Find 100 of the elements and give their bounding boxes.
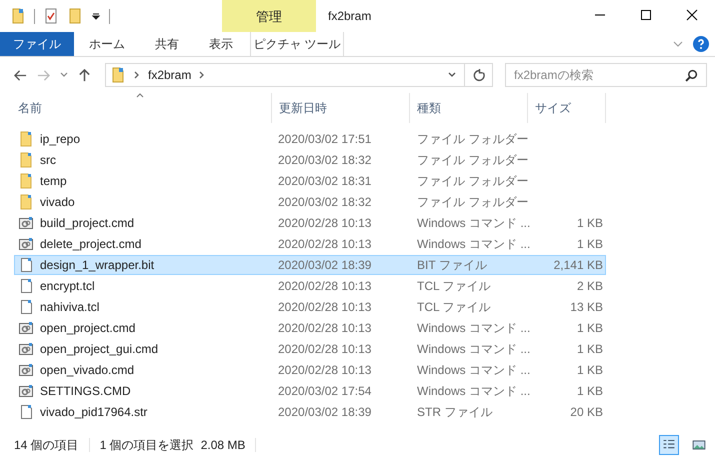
gear-document-icon [18, 341, 34, 357]
file-name: encrypt.tcl [40, 279, 95, 293]
document-icon [18, 299, 34, 315]
file-row[interactable]: open_vivado.cmd 2020/02/28 10:13 Windows コマンド ... 1 KB [14, 360, 606, 380]
file-size: 2 KB [576, 279, 603, 293]
file-size: 1 KB [576, 363, 603, 377]
file-type: Windows コマンド ... [417, 342, 530, 356]
file-size: 20 KB [570, 405, 603, 419]
file-type: BIT ファイル [417, 258, 487, 272]
document-icon [18, 257, 34, 273]
chevron-icon [199, 71, 206, 79]
column-header[interactable]: サイズ [535, 100, 571, 117]
file-name: nahiviva.tcl [40, 300, 100, 314]
address-bar[interactable]: fx2bram [105, 63, 493, 87]
help-icon[interactable] [693, 36, 709, 52]
column-header[interactable]: 更新日時 [279, 100, 327, 117]
file-row[interactable]: nahiviva.tcl 2020/02/28 10:13 TCL ファイル 13 KB [14, 297, 606, 317]
file-name: SETTINGS.CMD [40, 384, 131, 398]
ribbon-tab[interactable]: ホーム [74, 32, 140, 56]
search-icon [685, 69, 698, 82]
selection-size: 2.08 MB [200, 438, 246, 452]
file-type: Windows コマンド ... [417, 384, 530, 398]
file-name: open_project_gui.cmd [40, 342, 158, 356]
file-size: 1 KB [576, 342, 603, 356]
chevron-icon [134, 71, 140, 79]
file-row[interactable]: encrypt.tcl 2020/02/28 10:13 TCL ファイル 2 KB [14, 276, 606, 296]
file-row[interactable]: design_1_wrapper.bit 2020/03/02 18:39 BIT ファイル 2,141 KB [14, 255, 606, 275]
breadcrumb[interactable]: fx2bram [148, 68, 192, 82]
column-header[interactable]: 種類 [417, 100, 441, 117]
file-type: ファイル フォルダー [417, 132, 528, 146]
modified-date: 2020/03/02 17:51 [278, 132, 372, 146]
folder-icon [110, 67, 126, 83]
file-row[interactable]: src 2020/03/02 18:32 ファイル フォルダー [14, 150, 606, 170]
recent-dropdown-icon[interactable] [60, 72, 68, 78]
up-arrow-icon[interactable] [78, 68, 91, 82]
checklist-icon[interactable] [43, 8, 59, 24]
column-header[interactable]: 名前 [18, 100, 42, 117]
file-row[interactable]: SETTINGS.CMD 2020/03/02 17:54 Windows コマンド ... 1 KB [14, 381, 606, 401]
dropdown-icon[interactable] [448, 72, 456, 78]
gear-document-icon [18, 215, 34, 231]
file-row[interactable]: ip_repo 2020/03/02 17:51 ファイル フォルダー [14, 129, 606, 149]
document-icon [18, 278, 34, 294]
folder-icon [18, 194, 34, 210]
file-row[interactable]: delete_project.cmd 2020/02/28 10:13 Windows コマンド ... 1 KB [14, 234, 606, 254]
file-size: 1 KB [576, 237, 603, 251]
folder-icon [18, 173, 34, 189]
file-row[interactable]: build_project.cmd 2020/02/28 10:13 Windows コマンド ... 1 KB [14, 213, 606, 233]
file-type: Windows コマンド ... [417, 236, 530, 250]
modified-date: 2020/03/02 18:39 [278, 405, 372, 419]
modified-date: 2020/02/28 10:13 [278, 300, 372, 314]
file-type: TCL ファイル [417, 278, 491, 292]
ribbon-tab[interactable]: 共有 [140, 32, 194, 56]
modified-date: 2020/02/28 10:13 [278, 279, 372, 293]
file-row[interactable]: temp 2020/03/02 18:31 ファイル フォルダー [14, 171, 606, 191]
file-row[interactable]: open_project_gui.cmd 2020/02/28 10:13 Windows コマンド ... 1 KB [14, 339, 606, 359]
gear-document-icon [18, 320, 34, 336]
refresh-icon[interactable] [473, 68, 486, 82]
file-type: STR ファイル [417, 404, 492, 418]
modified-date: 2020/02/28 10:13 [278, 216, 372, 230]
file-type: TCL ファイル [417, 300, 491, 314]
modified-date: 2020/02/28 10:13 [278, 363, 372, 377]
file-type: ファイル フォルダー [417, 194, 528, 208]
file-row[interactable]: open_project.cmd 2020/02/28 10:13 Windows コマンド ... 1 KB [14, 318, 606, 338]
file-name: build_project.cmd [40, 216, 134, 230]
file-size: 1 KB [576, 216, 603, 230]
file-name: design_1_wrapper.bit [40, 258, 154, 272]
tool-tab-label: 管理 [222, 0, 316, 32]
search-field[interactable]: fx2bramの検索 [505, 63, 707, 87]
modified-date: 2020/03/02 18:31 [278, 174, 372, 188]
file-row[interactable]: vivado 2020/03/02 18:32 ファイル フォルダー [14, 192, 606, 212]
modified-date: 2020/02/28 10:13 [278, 342, 372, 356]
file-type: Windows コマンド ... [417, 362, 530, 376]
file-type: Windows コマンド ... [417, 320, 530, 334]
modified-date: 2020/02/28 10:13 [278, 237, 372, 251]
file-tab[interactable]: ファイル [0, 32, 74, 56]
file-type: Windows コマンド ... [417, 216, 530, 230]
back-arrow-icon[interactable] [14, 68, 27, 82]
file-name: src [40, 153, 56, 167]
file-size: 2,141 KB [554, 258, 603, 272]
modified-date: 2020/03/02 18:32 [278, 195, 372, 209]
dropdown-icon[interactable] [91, 11, 101, 21]
document-icon [18, 404, 34, 420]
ribbon-tab[interactable]: ピクチャ ツール [250, 32, 344, 56]
window-title: fx2bram [327, 8, 372, 25]
sort-caret-icon [136, 93, 144, 98]
folder-icon [18, 152, 34, 168]
ribbon-tab[interactable]: 表示 [194, 32, 248, 56]
gear-document-icon [18, 383, 34, 399]
item-count: 14 個の項目 [14, 436, 79, 454]
folder-properties-icon[interactable] [10, 8, 26, 24]
expand-ribbon-icon[interactable] [673, 41, 683, 47]
file-name: vivado [40, 195, 75, 209]
file-row[interactable]: vivado_pid17964.str 2020/03/02 18:39 STR ファイル 20 KB [14, 402, 606, 422]
modified-date: 2020/03/02 18:32 [278, 153, 372, 167]
details-view-icon[interactable] [659, 435, 679, 455]
selection-info: 1 個の項目を選択 [100, 436, 194, 454]
file-name: temp [40, 174, 67, 188]
folder-icon [18, 131, 34, 147]
file-size: 13 KB [570, 300, 603, 314]
file-type: ファイル フォルダー [417, 174, 528, 188]
